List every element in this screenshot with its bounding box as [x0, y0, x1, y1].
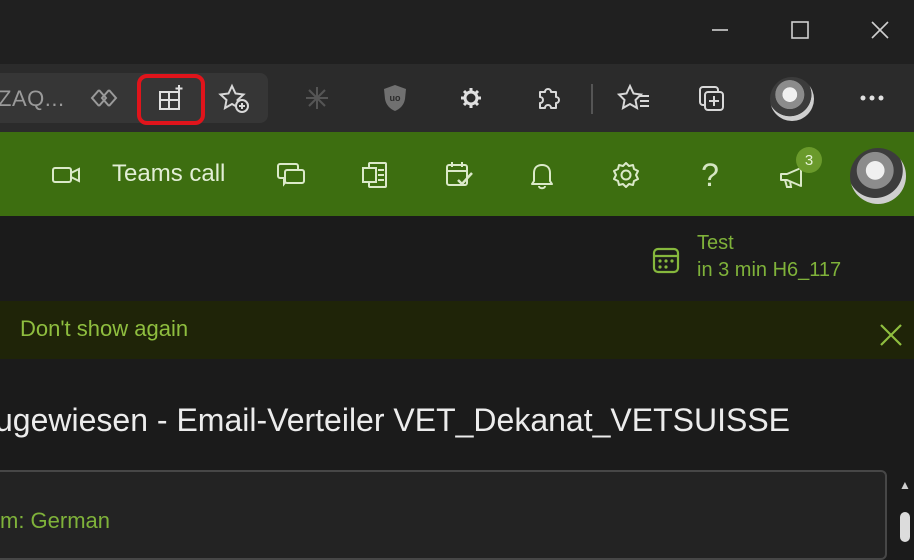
maximize-icon[interactable]: [780, 10, 820, 50]
extension-asterisk-icon[interactable]: [297, 78, 337, 118]
message-box: [0, 470, 887, 560]
window-titlebar: [0, 0, 914, 64]
toolbar-divider: [591, 84, 593, 114]
tasks-icon[interactable]: [439, 155, 479, 195]
message-body-text: m: German: [0, 508, 111, 533]
calendar-icon: [647, 241, 685, 279]
bell-icon[interactable]: [522, 155, 562, 195]
svg-text:uo: uo: [390, 93, 401, 103]
close-icon[interactable]: [874, 318, 908, 352]
scrollbar-thumb[interactable]: [900, 512, 910, 542]
scroll-up-arrow-icon[interactable]: ▲: [899, 478, 911, 492]
extensions-puzzle-icon[interactable]: [529, 78, 569, 118]
favorites-icon[interactable]: [614, 78, 654, 118]
chat-icon[interactable]: [271, 155, 311, 195]
video-camera-icon[interactable]: [46, 155, 86, 195]
add-favorite-icon[interactable]: [214, 78, 254, 118]
user-avatar[interactable]: [850, 148, 906, 204]
settings-gear-icon[interactable]: [451, 78, 491, 118]
teams-call-label[interactable]: Teams call: [112, 160, 225, 188]
profile-avatar[interactable]: [770, 77, 814, 121]
close-icon[interactable]: [860, 10, 900, 50]
email-subject: ugewiesen - Email-Verteiler VET_Dekanat_…: [0, 402, 791, 438]
highlight-box: [137, 74, 205, 125]
meeting-time-location[interactable]: in 3 min H6_117: [697, 259, 841, 282]
address-text: ZAQ...: [0, 86, 65, 111]
more-menu-icon[interactable]: [852, 78, 892, 118]
help-icon[interactable]: ?: [690, 155, 730, 195]
office-icon[interactable]: [355, 155, 395, 195]
collections-icon[interactable]: [691, 78, 731, 118]
minimize-icon[interactable]: [700, 10, 740, 50]
notification-badge: 3: [796, 147, 822, 173]
meeting-title[interactable]: Test: [697, 232, 734, 255]
ublock-shield-icon[interactable]: uo: [375, 78, 415, 118]
settings-icon[interactable]: [606, 155, 646, 195]
dont-show-again-button[interactable]: Don't show again: [20, 316, 188, 342]
reader-view-icon[interactable]: [84, 78, 124, 118]
